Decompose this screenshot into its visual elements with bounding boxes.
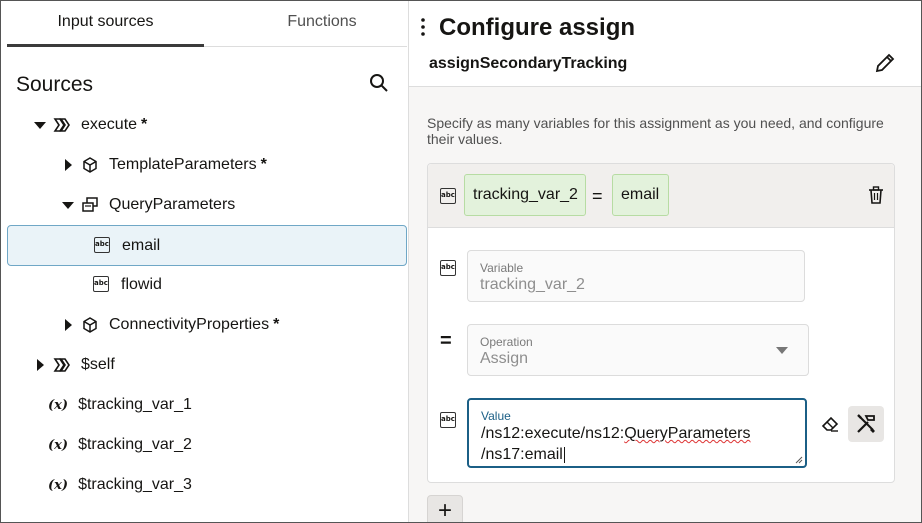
variable-value: tracking_var_2 <box>480 276 585 293</box>
tree-item-execute[interactable]: execute * <box>33 105 147 145</box>
collection-icon <box>82 197 98 212</box>
assignment-summary[interactable]: abc tracking_var_2 = email <box>428 164 894 228</box>
sources-title: Sources <box>16 73 94 96</box>
string-field-icon: abc <box>94 236 112 255</box>
variable-icon: (x) <box>48 397 69 413</box>
kebab-menu-icon[interactable] <box>418 17 428 37</box>
chevron-right-icon[interactable] <box>33 358 47 372</box>
string-field-icon: abc <box>93 276 111 294</box>
tree-label: $tracking_var_1 <box>78 396 192 413</box>
tree-label: ConnectivityProperties <box>109 316 270 333</box>
chevron-right-icon[interactable] <box>61 158 75 172</box>
tree-item-query-parameters[interactable]: QueryParameters <box>61 185 235 225</box>
tree-label: $tracking_var_3 <box>78 476 192 493</box>
tree-item-tracking-var-2[interactable]: (x) $tracking_var_2 <box>48 425 192 465</box>
tree-label: TemplateParameters <box>109 156 257 173</box>
tree-label: email <box>122 236 161 254</box>
action-name: assignSecondaryTracking <box>429 55 628 72</box>
summary-variable-chip: tracking_var_2 <box>464 174 586 216</box>
value-textarea[interactable]: Value /ns12:execute/ns12:QueryParameters… <box>467 398 807 468</box>
operation-label: Operation <box>480 335 533 349</box>
tree-item-template-parameters[interactable]: TemplateParameters * <box>61 145 267 185</box>
description-text: Specify as many variables for this assig… <box>427 115 884 147</box>
message-icon <box>53 358 70 372</box>
summary-value-chip: email <box>612 174 669 216</box>
summary-operator: = <box>592 186 603 206</box>
required-marker: * <box>273 316 280 333</box>
pencil-icon[interactable] <box>874 52 896 74</box>
equals-icon: = <box>440 330 452 352</box>
source-tabs: Input sources Functions <box>7 1 407 47</box>
variable-label: Variable <box>480 261 524 275</box>
left-panel: Input sources Functions Sources execute … <box>1 1 408 522</box>
tree-item-connectivity-properties[interactable]: ConnectivityProperties * <box>61 305 279 345</box>
chevron-down-icon[interactable] <box>33 118 47 132</box>
resize-handle-icon[interactable] <box>795 456 803 464</box>
variable-field[interactable]: Variable tracking_var_2 <box>467 250 805 302</box>
tree-label: $self <box>81 356 115 373</box>
message-icon <box>53 118 70 132</box>
tree-item-tracking-var-3[interactable]: (x) $tracking_var_3 <box>48 465 192 505</box>
tab-input-sources[interactable]: Input sources <box>7 1 204 47</box>
tree-item-tracking-var-1[interactable]: (x) $tracking_var_1 <box>48 385 192 425</box>
configure-header: Configure assign assignSecondaryTracking <box>409 1 921 87</box>
tree-item-flowid[interactable]: abc flowid <box>93 265 162 305</box>
tree-label: QueryParameters <box>109 196 236 213</box>
value-line-2: /ns17:email <box>481 446 565 463</box>
chevron-down-icon[interactable] <box>776 347 788 354</box>
tab-functions[interactable]: Functions <box>227 1 417 47</box>
operation-select[interactable]: Operation Assign <box>467 324 809 376</box>
cube-icon <box>83 157 97 173</box>
string-type-icon: abc <box>440 412 456 428</box>
tree-label: flowid <box>121 276 162 293</box>
required-marker: * <box>141 116 148 133</box>
trash-icon[interactable] <box>868 186 884 204</box>
tree-item-email[interactable]: abc email <box>7 225 407 266</box>
chevron-down-icon[interactable] <box>61 198 75 212</box>
cube-icon <box>83 317 97 333</box>
search-icon[interactable] <box>369 73 389 93</box>
variable-icon: (x) <box>48 477 69 493</box>
value-line-1: /ns12:execute/ns12:QueryParameters <box>481 425 751 442</box>
tree-label: $tracking_var_2 <box>78 436 192 453</box>
tree-label: execute <box>81 116 138 133</box>
app-frame: Input sources Functions Sources execute … <box>0 0 922 523</box>
chevron-right-icon[interactable] <box>61 318 75 332</box>
operation-value: Assign <box>480 350 529 367</box>
configure-panel: Configure assign assignSecondaryTracking… <box>408 1 921 522</box>
assignment-card: abc tracking_var_2 = email abc Variable … <box>427 163 895 483</box>
string-type-icon: abc <box>440 260 456 276</box>
required-marker: * <box>260 156 267 173</box>
page-title: Configure assign <box>439 14 636 41</box>
add-variable-button[interactable]: + <box>427 495 463 522</box>
tree-item-self[interactable]: $self <box>33 345 115 385</box>
eraser-icon[interactable] <box>820 414 840 434</box>
tools-icon <box>857 414 875 433</box>
string-type-icon: abc <box>440 188 456 204</box>
variable-icon: (x) <box>48 437 69 453</box>
value-label: Value <box>481 409 511 423</box>
expression-builder-button[interactable] <box>848 406 884 442</box>
